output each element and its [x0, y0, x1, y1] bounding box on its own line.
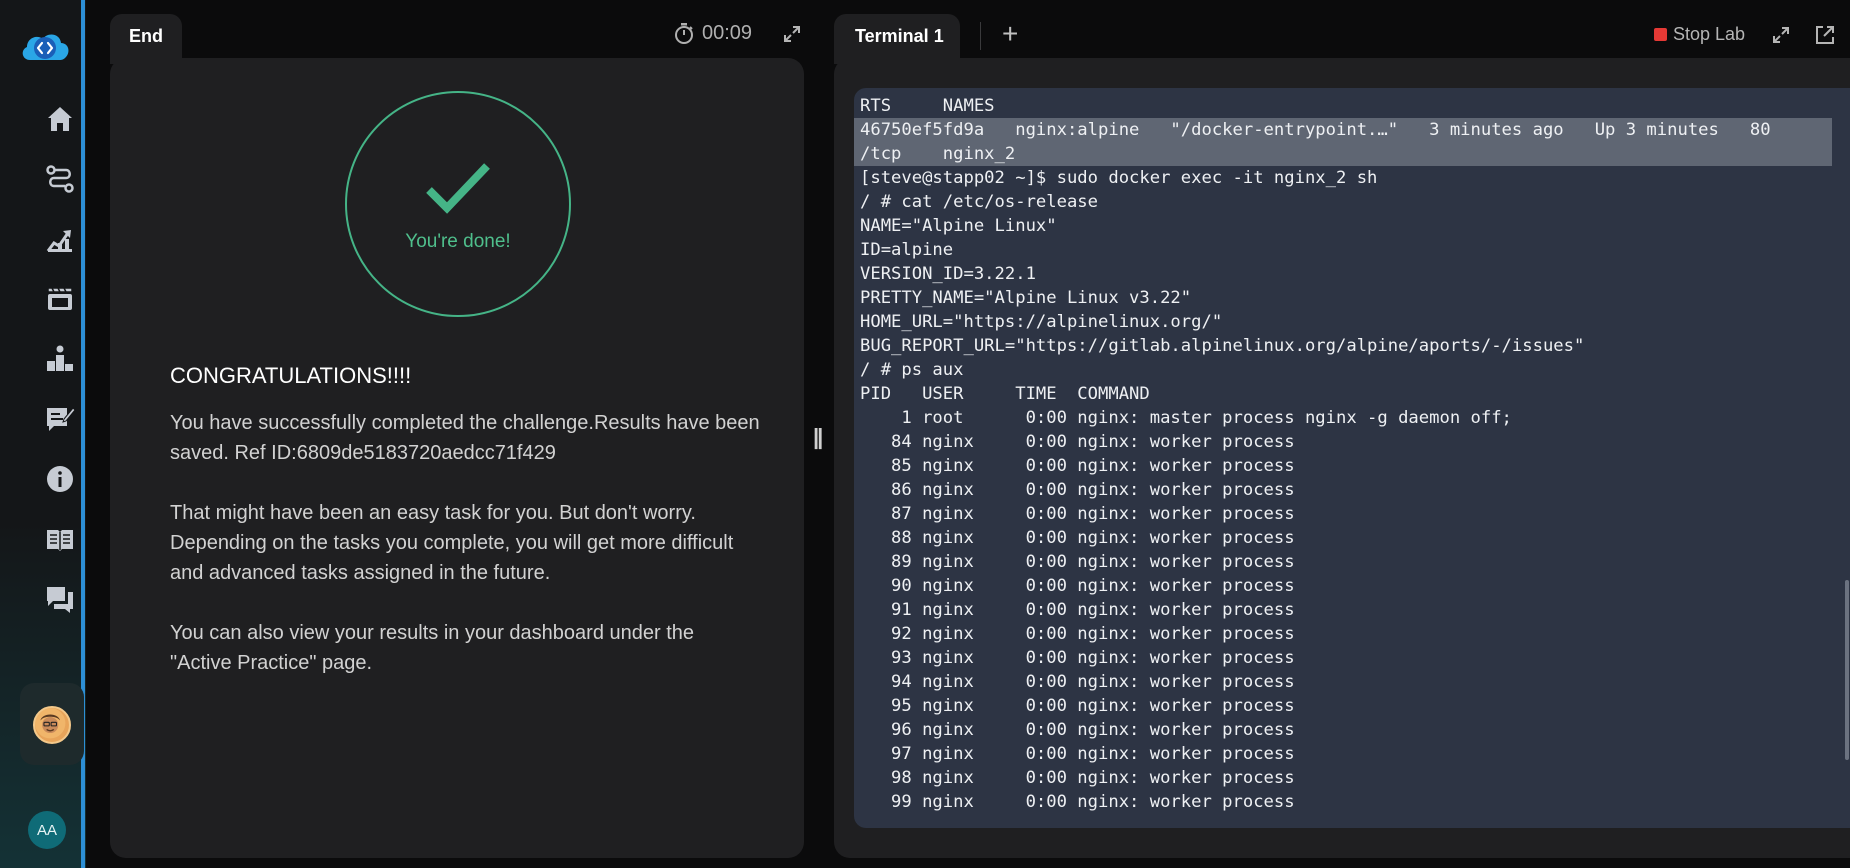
congratulations-heading: CONGRATULATIONS!!!!	[170, 363, 412, 388]
avatar[interactable]	[33, 706, 71, 744]
panel-resize-handle[interactable]: ||	[813, 424, 823, 450]
terminal-line: 91 nginx 0:00 nginx: worker process	[860, 600, 1295, 620]
terminal-line: BUG_REPORT_URL="https://gitlab.alpinelin…	[860, 336, 1585, 356]
terminal-line: 1 root 0:00 nginx: master process nginx …	[860, 408, 1512, 428]
checkmark-icon	[426, 163, 490, 214]
terminal-line: 90 nginx 0:00 nginx: worker process	[860, 576, 1295, 596]
terminal-line: 46750ef5fd9a nginx:alpine "/docker-entry…	[854, 118, 1832, 142]
terminal-line: RTS NAMES	[860, 96, 995, 116]
home-icon[interactable]	[40, 99, 80, 139]
stop-icon	[1654, 28, 1667, 41]
info-icon[interactable]	[40, 459, 80, 499]
tab-separator	[980, 22, 981, 50]
stop-lab-button[interactable]: Stop Lab	[1654, 24, 1745, 45]
terminal-line: 93 nginx 0:00 nginx: worker process	[860, 648, 1295, 668]
user-initials-badge[interactable]: AA	[28, 811, 66, 849]
terminal-line: / # cat /etc/os-release	[860, 192, 1098, 212]
terminal-line: [steve@stapp02 ~]$ sudo docker exec -it …	[860, 168, 1378, 188]
terminal-lines: RTS NAMES 46750ef5fd9a nginx:alpine "/doc…	[854, 94, 1850, 814]
terminal-line: 84 nginx 0:00 nginx: worker process	[860, 432, 1295, 452]
terminal-line: 86 nginx 0:00 nginx: worker process	[860, 480, 1295, 500]
terminal-line: / # ps aux	[860, 360, 964, 380]
completion-message: You have successfully completed the chal…	[170, 412, 760, 464]
terminal-line: HOME_URL="https://alpinelinux.org/"	[860, 312, 1223, 332]
expand-icon[interactable]	[1771, 25, 1791, 45]
done-label: You're done!	[405, 231, 511, 252]
growth-chart-icon[interactable]	[40, 219, 80, 259]
expand-icon[interactable]	[782, 24, 802, 44]
terminal-line: 95 nginx 0:00 nginx: worker process	[860, 696, 1295, 716]
add-tab-button[interactable]: +	[1002, 20, 1018, 48]
terminal-line: 88 nginx 0:00 nginx: worker process	[860, 528, 1295, 548]
open-in-new-window-icon[interactable]	[1814, 24, 1836, 46]
stopwatch-icon	[675, 22, 693, 44]
terminal-line: 85 nginx 0:00 nginx: worker process	[860, 456, 1295, 476]
timer-value: 00:09	[702, 22, 753, 44]
difficulty-message: That might have been an easy task for yo…	[170, 502, 734, 584]
terminal-line: 96 nginx 0:00 nginx: worker process	[860, 720, 1295, 740]
timer: 00:09	[674, 22, 752, 45]
terminal-line: ID=alpine	[860, 240, 954, 260]
video-icon[interactable]	[40, 279, 80, 319]
notes-icon[interactable]	[40, 399, 80, 439]
path-icon[interactable]	[40, 159, 80, 199]
terminal-line: VERSION_ID=3.22.1	[860, 264, 1036, 284]
terminal-line: NAME="Alpine Linux"	[860, 216, 1057, 236]
leaderboard-icon[interactable]	[40, 339, 80, 379]
terminal-line: PRETTY_NAME="Alpine Linux v3.22"	[860, 288, 1192, 308]
chat-icon[interactable]	[40, 579, 80, 619]
terminal-line: PID USER TIME COMMAND	[860, 384, 1150, 404]
terminal-output[interactable]: RTS NAMES 46750ef5fd9a nginx:alpine "/doc…	[854, 88, 1850, 828]
terminal-scrollbar[interactable]	[1845, 580, 1849, 760]
terminal-line: 94 nginx 0:00 nginx: worker process	[860, 672, 1295, 692]
tab-end[interactable]: End	[110, 14, 182, 64]
tab-terminal-1[interactable]: Terminal 1	[834, 14, 960, 64]
terminal-line: 99 nginx 0:00 nginx: worker process	[860, 792, 1295, 812]
terminal-line: 92 nginx 0:00 nginx: worker process	[860, 624, 1295, 644]
book-icon[interactable]	[40, 519, 80, 559]
terminal-line: 98 nginx 0:00 nginx: worker process	[860, 768, 1295, 788]
terminal-line: 89 nginx 0:00 nginx: worker process	[860, 552, 1295, 572]
terminal-line: 87 nginx 0:00 nginx: worker process	[860, 504, 1295, 524]
dashboard-message: You can also view your results in your d…	[170, 622, 695, 674]
terminal-line: /tcp nginx_2	[854, 142, 1832, 166]
cloud-code-logo[interactable]	[18, 28, 72, 68]
terminal-line: 97 nginx 0:00 nginx: worker process	[860, 744, 1295, 764]
stop-lab-label: Stop Lab	[1673, 24, 1746, 44]
